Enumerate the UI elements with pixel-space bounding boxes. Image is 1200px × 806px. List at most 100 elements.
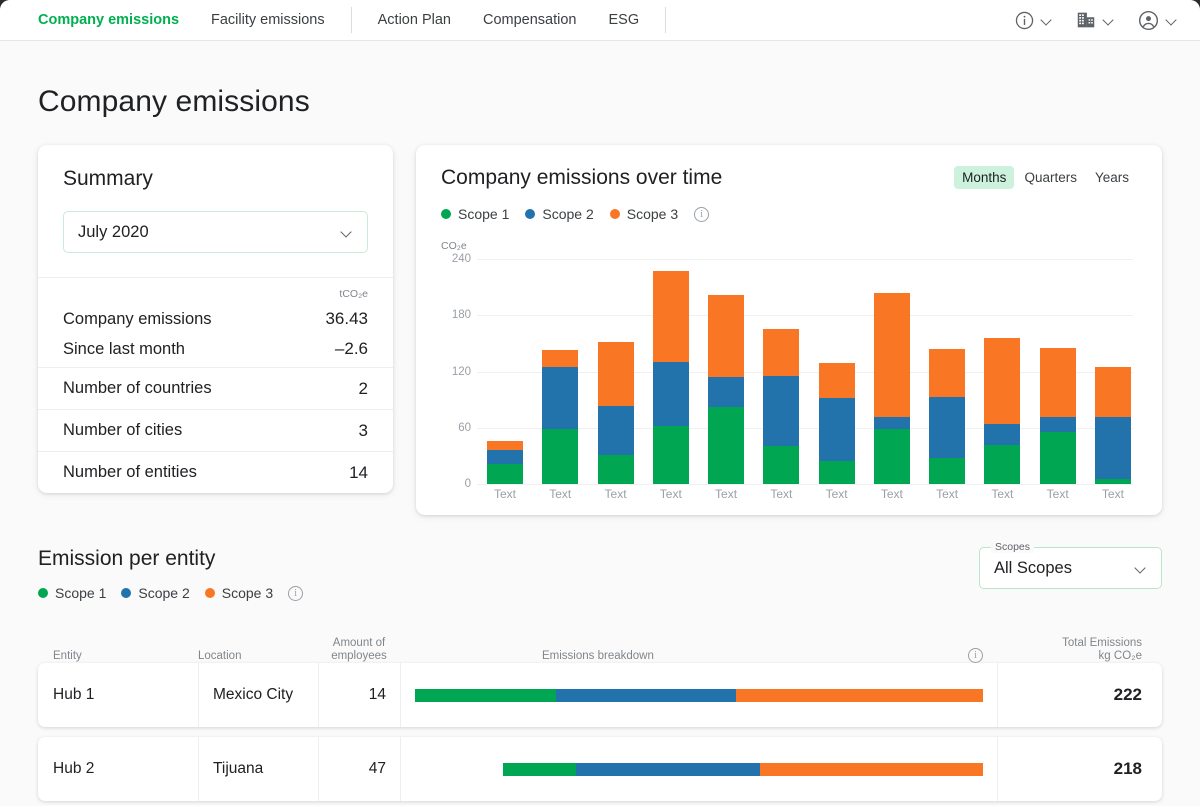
- top-row: Summary July 2020 tCO₂e Company emission…: [38, 145, 1162, 515]
- segment-months[interactable]: Months: [954, 166, 1015, 189]
- info-icon[interactable]: i: [694, 206, 710, 222]
- bar-column[interactable]: Text: [542, 256, 579, 501]
- bar-column[interactable]: Text: [1039, 256, 1076, 501]
- column-header-location: Location: [198, 650, 242, 662]
- bar-column[interactable]: Text: [873, 256, 910, 501]
- legend-item-scope-3: Scope 3: [609, 206, 679, 222]
- legend-dot-scope-2: [525, 209, 536, 219]
- bar-segment-scope-1: [763, 445, 800, 484]
- cell-employees: 47: [318, 737, 400, 801]
- bar-column[interactable]: Text: [1094, 256, 1131, 501]
- cell-entity: Hub 1: [53, 686, 95, 703]
- stacked-bar: [818, 363, 855, 484]
- period-select-value: July 2020: [78, 222, 149, 241]
- column-header-employees: Amount of employees: [318, 637, 400, 663]
- period-select[interactable]: July 2020: [63, 211, 368, 253]
- entity-legend: Scope 1 Scope 2 Scope 3 i: [38, 585, 304, 601]
- entity-table: Entity Location Amount of employees Emis…: [38, 623, 1162, 801]
- summary-row-countries: Number of countries 2: [38, 367, 393, 409]
- nav-tab-list: Company emissions Facility emissions Act…: [38, 0, 676, 41]
- bar-column[interactable]: Text: [708, 256, 745, 501]
- page-title: Company emissions: [38, 85, 310, 118]
- bar-column[interactable]: Text: [984, 256, 1021, 501]
- account-menu[interactable]: [1137, 9, 1178, 32]
- legend-dot-scope-1: [38, 588, 48, 598]
- summary-row-cities: Number of cities 3: [38, 409, 393, 451]
- table-header-row: Entity Location Amount of employees Emis…: [38, 623, 1162, 663]
- nav-tab-company-emissions[interactable]: Company emissions: [38, 0, 195, 41]
- legend-label: Scope 3: [626, 206, 679, 222]
- metric-label: Since last month: [63, 340, 185, 358]
- nav-tab-compensation[interactable]: Compensation: [467, 0, 593, 41]
- bar-segment-scope-3: [652, 271, 689, 363]
- nav-tab-action-plan[interactable]: Action Plan: [362, 0, 467, 41]
- bar-column[interactable]: Text: [652, 256, 689, 501]
- legend-item-scope-2: Scope 2: [525, 206, 594, 222]
- emission-per-entity-section: Emission per entity Scope 1 Scope 2 Scop…: [38, 541, 1162, 801]
- legend-item-scope-1: Scope 1: [38, 585, 106, 601]
- bar-segment-scope-1: [873, 428, 910, 484]
- chart-header: Company emissions over time Months Quart…: [441, 166, 1137, 190]
- bar-segment-scope-3: [1094, 366, 1131, 418]
- scopes-select[interactable]: Scopes All Scopes: [979, 541, 1162, 589]
- info-icon[interactable]: i: [288, 585, 304, 601]
- nav-right-actions: [1014, 9, 1178, 32]
- chart-title: Company emissions over time: [441, 166, 723, 189]
- table-row[interactable]: Hub 2 Tijuana 47 218: [38, 737, 1162, 801]
- info-icon[interactable]: i: [968, 648, 983, 663]
- summary-metric-since-last-month: Since last month –2.6: [63, 334, 368, 367]
- bar-column[interactable]: Text: [597, 256, 634, 501]
- segment-quarters[interactable]: Quarters: [1016, 166, 1085, 189]
- segment-years[interactable]: Years: [1087, 166, 1137, 189]
- bar-segment-scope-1: [542, 428, 579, 484]
- cell-location: Tijuana: [198, 737, 318, 801]
- bar-segment-scope-2: [597, 406, 634, 455]
- bar-segment-scope-3: [708, 294, 745, 378]
- company-menu[interactable]: [1075, 9, 1115, 31]
- stacked-bar: [652, 271, 689, 484]
- breakdown-segment-scope-1: [415, 688, 556, 702]
- nav-tab-esg[interactable]: ESG: [592, 0, 655, 41]
- bar-column[interactable]: Text: [929, 256, 966, 501]
- breakdown-segment-scope-2: [575, 762, 761, 776]
- bar-segment-scope-2: [873, 417, 910, 429]
- stacked-bar: [1039, 348, 1076, 484]
- breakdown-segment-scope-2: [555, 688, 737, 702]
- chevron-down-icon: [1042, 15, 1053, 26]
- bar-segment-scope-3: [542, 349, 579, 367]
- legend-dot-scope-2: [121, 588, 132, 598]
- stacked-bar: [929, 349, 966, 484]
- bar-segment-scope-1: [818, 460, 855, 484]
- stacked-bar: [542, 349, 579, 484]
- account-icon: [1138, 10, 1159, 30]
- breakdown-segment-scope-3: [736, 688, 983, 702]
- summary-header: Summary July 2020: [38, 145, 393, 277]
- metric-value: 36.43: [325, 309, 368, 328]
- bar-segment-scope-3: [1039, 348, 1076, 417]
- legend-item-scope-3: Scope 3: [204, 585, 273, 601]
- x-axis-tick-label: Text: [549, 487, 572, 501]
- bar-segment-scope-1: [708, 407, 745, 484]
- info-menu[interactable]: [1014, 10, 1053, 31]
- bar-segment-scope-1: [652, 425, 689, 484]
- x-axis-tick-label: Text: [770, 487, 793, 501]
- breakdown-segment-scope-3: [760, 762, 983, 776]
- chevron-down-icon: [1167, 15, 1178, 26]
- column-header-breakdown: Emissions breakdown: [542, 650, 654, 662]
- cell-employees: 14: [318, 663, 400, 727]
- y-axis-tick-label: 180: [451, 309, 471, 322]
- scopes-select-label: Scopes: [991, 541, 1035, 553]
- bar-column[interactable]: Text: [818, 256, 855, 501]
- bar-segment-scope-3: [597, 341, 634, 407]
- count-label: Number of countries: [63, 379, 212, 397]
- nav-tab-facility-emissions[interactable]: Facility emissions: [195, 0, 341, 41]
- summary-body: tCO₂e Company emissions 36.43 Since last…: [38, 277, 393, 493]
- bar-column[interactable]: Text: [763, 256, 800, 501]
- bar-column[interactable]: Text: [487, 256, 523, 501]
- table-row[interactable]: Hub 1 Mexico City 14 222: [38, 663, 1162, 727]
- column-header-employees-line1: Amount of: [332, 637, 386, 649]
- nav-divider-1: [350, 7, 352, 33]
- x-axis-tick-label: Text: [659, 487, 682, 501]
- metric-label: Company emissions: [63, 310, 212, 328]
- time-range-segmented-control: Months Quarters Years: [954, 166, 1137, 189]
